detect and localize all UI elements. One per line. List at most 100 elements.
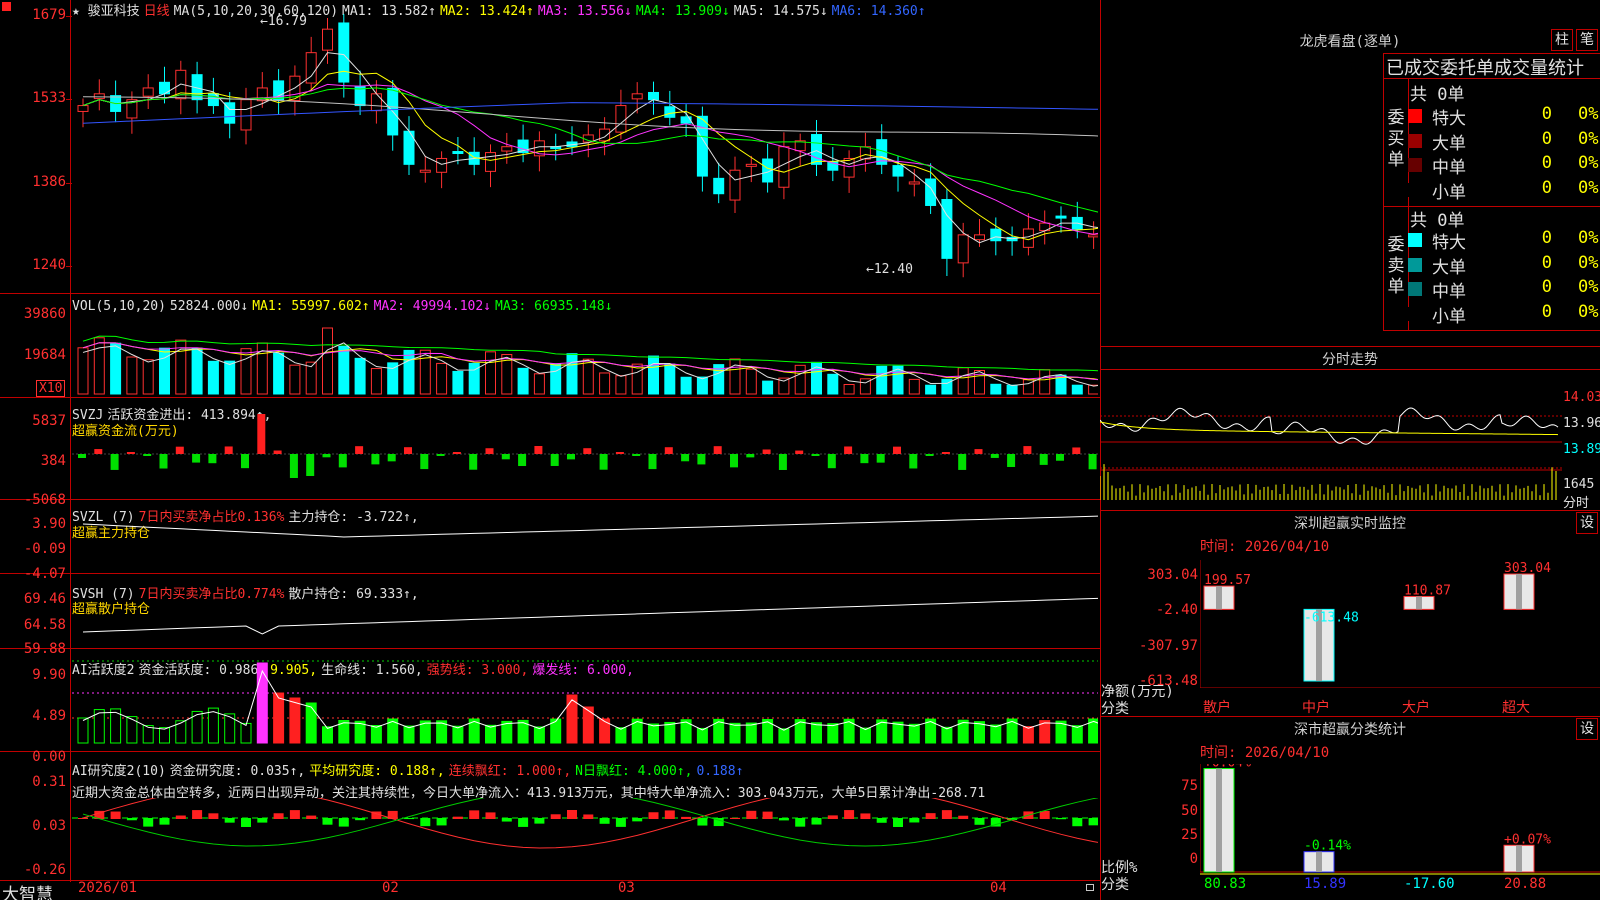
y-label: 19684 xyxy=(23,347,66,363)
main-position-line xyxy=(82,515,1098,538)
buy-orders-label: 委买单 xyxy=(1385,108,1407,171)
flow-bar xyxy=(844,446,853,454)
order-row: 特大 0 0% xyxy=(1408,228,1598,253)
tick-button[interactable]: 笔 xyxy=(1576,29,1598,51)
order-count: 0 xyxy=(1541,104,1552,124)
main-position-chart[interactable] xyxy=(72,500,1098,572)
flow-bar xyxy=(567,454,575,460)
flow-bar xyxy=(811,454,820,456)
y-label: 0.31 xyxy=(32,774,66,790)
flow-bar xyxy=(371,454,380,465)
y-label: 3.90 xyxy=(32,516,66,532)
research-bar xyxy=(469,810,480,819)
flow-bar xyxy=(697,454,706,465)
order-percent: 0% xyxy=(1578,252,1599,273)
retail-position-chart[interactable] xyxy=(72,574,1098,647)
volume-bar xyxy=(207,360,219,395)
volume-bar xyxy=(533,373,545,395)
research-bar xyxy=(452,816,463,819)
high-value: 16.79 xyxy=(267,14,307,29)
order-count: 0 xyxy=(1541,153,1552,173)
order-label: 大单 xyxy=(1432,133,1466,154)
candle-body xyxy=(1055,215,1067,219)
flow-bar xyxy=(1039,454,1048,465)
ai-research-title[interactable]: AI研究度2(10) xyxy=(72,764,166,779)
research-bar xyxy=(1072,818,1083,827)
order-color-swatch xyxy=(1408,306,1422,321)
lock-icon[interactable] xyxy=(1086,884,1094,891)
order-color-swatch xyxy=(1408,257,1422,272)
ai-research-chart[interactable] xyxy=(72,798,1098,880)
order-color-swatch xyxy=(1408,133,1422,148)
candle-body xyxy=(338,22,350,83)
flow-bar xyxy=(958,454,967,470)
intraday-price-high: 14.03 xyxy=(1563,390,1600,405)
candle-body xyxy=(713,177,725,195)
research-bar xyxy=(909,818,920,823)
y-label: -0.09 xyxy=(23,541,66,557)
activity-bar xyxy=(305,702,317,744)
flow-value-label: 110.87 xyxy=(1404,583,1451,598)
intraday-price-line xyxy=(1100,407,1559,445)
flow-bar xyxy=(143,454,152,456)
bar-button[interactable]: 柱 xyxy=(1551,29,1573,51)
flow-bar xyxy=(583,448,592,454)
fund-flow-chart[interactable] xyxy=(72,412,1098,498)
intraday-chart[interactable] xyxy=(1100,370,1562,510)
flow-bar xyxy=(860,454,869,464)
panel-separator xyxy=(0,293,1100,294)
ai-research-header: AI研究度2(10) 资金研究度: 0.035↑, 平均研究度: 0.188↑, 连续… xyxy=(72,760,747,779)
ai-activity-chart[interactable] xyxy=(72,649,1098,750)
panel-separator xyxy=(0,880,1100,881)
research-bar xyxy=(681,816,692,819)
vol-ma2: MA2: 49994.102↓ xyxy=(373,299,492,314)
research-bar xyxy=(436,818,447,826)
candle-body xyxy=(729,169,741,201)
volume-bar xyxy=(648,355,659,395)
research-bar xyxy=(1088,818,1098,826)
ai-research-e: 0.188↑ xyxy=(696,764,744,779)
research-bar xyxy=(827,815,838,819)
candle-body xyxy=(436,157,448,173)
sell-orders-label: 委卖单 xyxy=(1385,235,1407,298)
y-axis-line xyxy=(70,0,71,882)
panel-separator xyxy=(0,397,1100,398)
research-bar xyxy=(974,818,985,825)
y-label: 1240 xyxy=(32,257,66,273)
volume-bar xyxy=(925,384,937,395)
ma6-line xyxy=(82,102,1098,124)
y-label: 5837 xyxy=(32,413,66,429)
flow-bar xyxy=(306,454,315,476)
high-annotation: ←16.79 xyxy=(260,14,307,29)
research-bar xyxy=(860,813,871,819)
class-settings-button[interactable]: 设 xyxy=(1576,718,1598,740)
order-label: 大单 xyxy=(1432,257,1466,278)
research-bar xyxy=(78,818,88,819)
flow-bar xyxy=(322,454,331,458)
vol-title[interactable]: VOL(5,10,20) xyxy=(72,299,166,314)
intraday-vol-max: 1645 xyxy=(1563,477,1595,492)
flow-value-label: 303.04 xyxy=(1504,561,1551,576)
flow-bar-shade xyxy=(1216,586,1222,610)
candle-body xyxy=(843,157,855,178)
volume-chart[interactable] xyxy=(72,314,1098,396)
net-flow-chart[interactable]: 199.57 -613.48 110.87 303.04 xyxy=(1200,560,1600,688)
kline-chart[interactable] xyxy=(72,14,1098,292)
vol-ma3: MA3: 66935.148↓ xyxy=(495,299,613,314)
category-label: 超大 xyxy=(1502,700,1530,716)
flow-bar xyxy=(208,454,217,464)
volume-bar xyxy=(485,351,496,395)
y-label: 1386 xyxy=(32,174,66,190)
class-y-label: 50 xyxy=(1181,803,1198,819)
order-row: 中单 0 0% xyxy=(1408,153,1598,178)
vol-unit-badge: X10 xyxy=(36,380,66,397)
order-percent: 0% xyxy=(1578,177,1599,198)
ratio-bar-shade xyxy=(1316,851,1322,872)
y-label: 0.00 xyxy=(32,749,66,765)
sz-monitor-title: 深圳超赢实时监控 xyxy=(1294,516,1406,532)
class-ratio-chart[interactable]: +0.04% 80.83 -0.14% 15.89 -17.60 +0.07% 20.88 xyxy=(1200,764,1600,900)
volume-bar xyxy=(631,363,643,395)
monitor-settings-button[interactable]: 设 xyxy=(1576,512,1598,534)
candle-body xyxy=(957,234,969,264)
research-bar xyxy=(322,818,333,825)
